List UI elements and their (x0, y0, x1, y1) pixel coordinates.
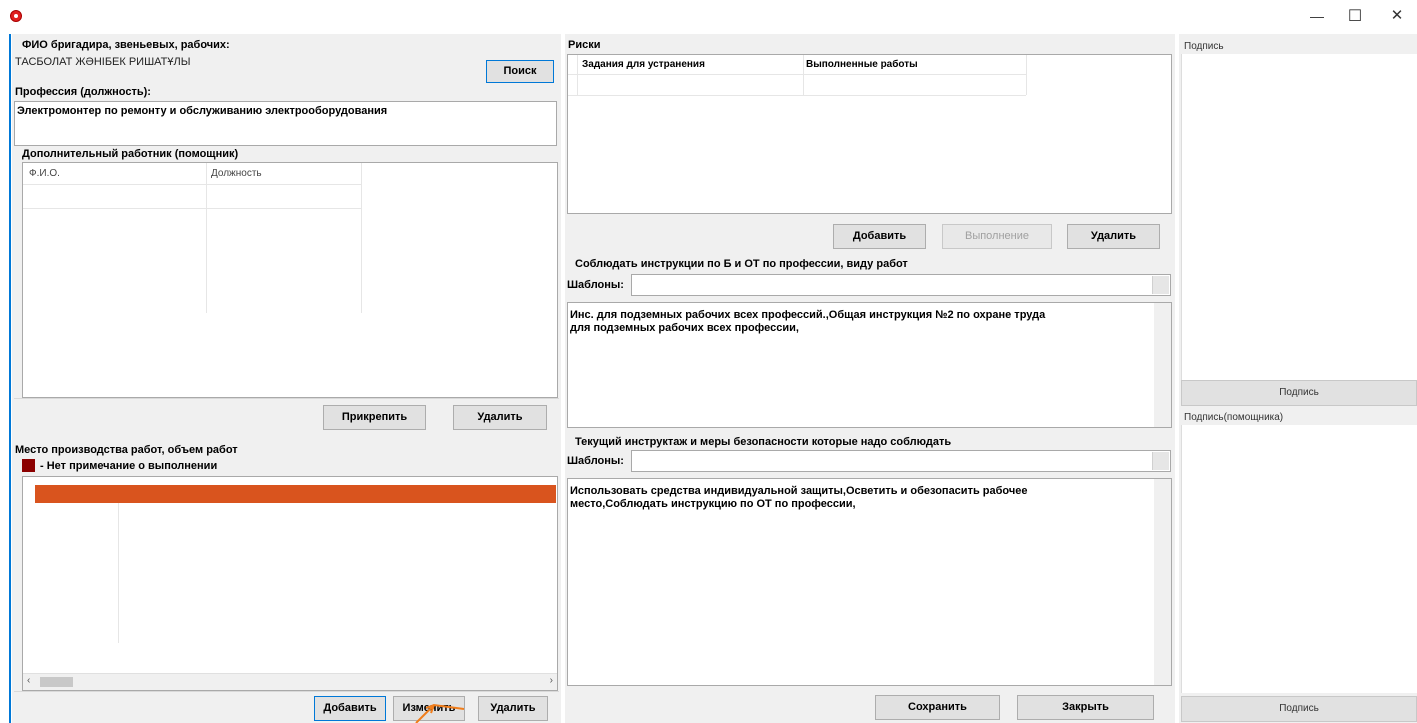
minimize-button[interactable]: — (1302, 8, 1332, 28)
workplace-label: Место производства работ, объем работ (15, 444, 238, 456)
templates-label-1: Шаблоны: (567, 279, 624, 291)
vertical-scrollbar[interactable] (1154, 479, 1171, 685)
vertical-scrollbar[interactable] (1154, 303, 1171, 427)
signature-button[interactable]: Подпись (1181, 380, 1417, 406)
column-header-tasks[interactable]: Задания для устранения (582, 59, 705, 70)
search-button[interactable]: Поиск (486, 60, 554, 83)
save-button[interactable]: Сохранить (875, 695, 1000, 720)
scroll-right-icon[interactable]: › (550, 675, 553, 686)
workplace-grid[interactable]: ‹ › (22, 476, 558, 691)
column-header-fio[interactable]: Ф.И.О. (29, 167, 60, 180)
horizontal-scrollbar[interactable]: ‹ › (23, 673, 557, 690)
profession-label: Профессия (должность): (15, 86, 151, 98)
middle-panel: Риски Задания для устранения Выполненные… (565, 34, 1175, 723)
signature-area[interactable] (1181, 54, 1417, 380)
right-panel: Подпись Подпись Подпись(помощника) Подпи… (1179, 34, 1417, 723)
left-panel: ФИО бригадира, звеньевых, рабочих: ТАСБО… (12, 34, 561, 723)
chevron-down-icon[interactable] (1152, 276, 1169, 294)
extra-worker-grid[interactable]: Ф.И.О. Должность (22, 162, 558, 398)
templates-label-2: Шаблоны: (567, 455, 624, 467)
close-button[interactable]: ✕ (1382, 6, 1412, 26)
instructions-text-area[interactable]: Инс. для подземных рабочих всех професси… (567, 302, 1172, 428)
helper-signature-button[interactable]: Подпись (1181, 696, 1417, 722)
scroll-left-icon[interactable]: ‹ (27, 675, 30, 686)
delete-risk-button[interactable]: Удалить (1067, 224, 1160, 249)
delete-extra-button[interactable]: Удалить (453, 405, 547, 430)
instructions-text-line2: для подземных рабочих всех профессии, (570, 322, 799, 334)
arrow-pointer-icon (415, 703, 465, 723)
briefing-label: Текущий инструктаж и меры безопасности к… (575, 436, 952, 448)
chevron-down-icon[interactable] (1152, 452, 1169, 470)
add-workplace-button[interactable]: Добавить (314, 696, 386, 721)
add-risk-button[interactable]: Добавить (833, 224, 926, 249)
legend-color-swatch (22, 459, 35, 472)
worker-name: ТАСБОЛАТ ЖӘНІБЕК РИШАТҰЛЫ (15, 56, 191, 68)
risks-label: Риски (568, 39, 601, 51)
title-bar: — ☐ ✕ (0, 0, 1417, 34)
table-row[interactable] (35, 485, 556, 503)
extra-worker-label: Дополнительный работник (помощник) (22, 148, 239, 160)
helper-signature-area[interactable] (1181, 425, 1417, 693)
helper-signature-label: Подпись(помощника) (1184, 412, 1284, 423)
column-header-position[interactable]: Должность (211, 167, 262, 180)
signature-label: Подпись (1184, 41, 1224, 52)
instructions-label: Соблюдать инструкции по Б и ОТ по профес… (575, 258, 908, 270)
briefing-text-area[interactable]: Использовать средства индивидуальной защ… (567, 478, 1172, 686)
app-icon (10, 10, 22, 22)
briefing-text-line2: место,Соблюдать инструкцию по ОТ по проф… (570, 498, 856, 510)
instructions-templates-combo[interactable] (631, 274, 1171, 296)
attach-button[interactable]: Прикрепить (323, 405, 426, 430)
risks-grid[interactable]: Задания для устранения Выполненные работ… (567, 54, 1172, 214)
briefing-templates-combo[interactable] (631, 450, 1171, 472)
maximize-button[interactable]: ☐ (1340, 6, 1370, 26)
instructions-text-line1: Инс. для подземных рабочих всех професси… (570, 309, 1046, 321)
window-left-border (9, 34, 11, 723)
briefing-text-line1: Использовать средства индивидуальной защ… (570, 485, 1028, 497)
legend-text: - Нет примечание о выполнении (40, 460, 218, 472)
close-form-button[interactable]: Закрыть (1017, 695, 1154, 720)
delete-workplace-button[interactable]: Удалить (478, 696, 548, 721)
profession-value: Электромонтер по ремонту и обслуживанию … (17, 105, 388, 117)
done-risk-button[interactable]: Выполнение (942, 224, 1052, 249)
scroll-thumb[interactable] (40, 677, 73, 687)
column-header-done[interactable]: Выполненные работы (806, 59, 918, 70)
profession-field[interactable]: Электромонтер по ремонту и обслуживанию … (14, 101, 557, 146)
worker-label: ФИО бригадира, звеньевых, рабочих: (22, 39, 230, 51)
